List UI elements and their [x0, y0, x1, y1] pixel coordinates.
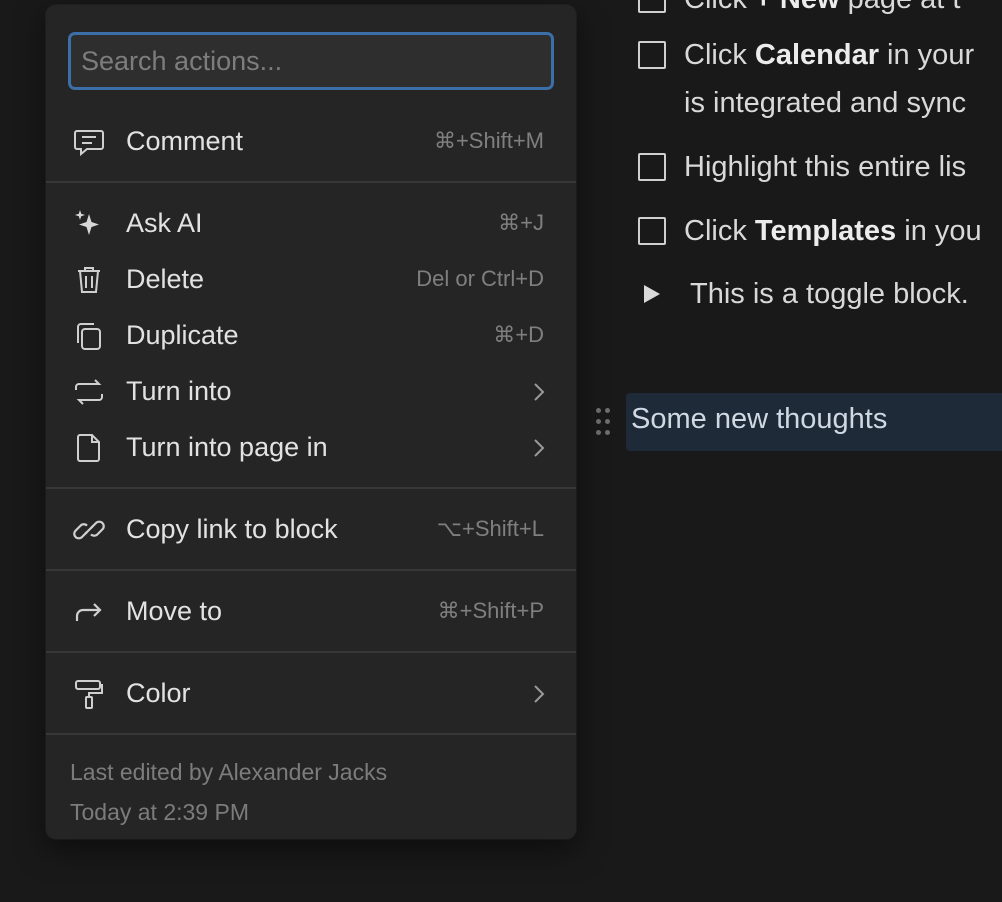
search-wrapper	[68, 32, 554, 90]
menu-item-color[interactable]: Color	[46, 665, 576, 721]
menu-item-turn-into-page[interactable]: Turn into page in	[46, 419, 576, 475]
menu-item-label: Delete	[126, 263, 205, 294]
todo-item[interactable]: Click Calendar in your is integrated and…	[638, 31, 974, 127]
divider	[46, 651, 576, 653]
chevron-right-icon	[534, 439, 545, 457]
divider	[46, 487, 576, 489]
divider	[46, 733, 576, 735]
shortcut-label: ⌘+D	[493, 322, 544, 347]
shortcut-label: ⌘+Shift+M	[433, 128, 544, 153]
menu-item-copy-link[interactable]: Copy link to block ⌥+Shift+L	[46, 501, 576, 557]
shortcut-label: Del or Ctrl+D	[416, 266, 544, 291]
move-arrow-icon	[75, 603, 102, 621]
menu-item-delete[interactable]: Delete Del or Ctrl+D	[46, 251, 576, 307]
block-actions-menu: Comment ⌘+Shift+M Ask AI ⌘+J Delete Del …	[46, 5, 576, 839]
page-icon	[77, 434, 100, 462]
menu-item-label: Turn into page in	[126, 431, 328, 462]
drag-handle-icon[interactable]	[594, 406, 614, 438]
comment-icon	[74, 130, 104, 157]
last-edited-info: Last edited by Alexander Jacks Today at …	[70, 752, 387, 832]
chevron-right-icon	[534, 685, 545, 703]
menu-item-label: Comment	[126, 125, 244, 156]
todo-item[interactable]: Highlight this entire lis	[638, 143, 966, 191]
divider	[46, 569, 576, 571]
trash-icon	[78, 267, 100, 293]
toggle-triangle-icon[interactable]	[644, 285, 660, 303]
selected-block[interactable]: Some new thoughts	[626, 393, 1002, 451]
menu-item-move-to[interactable]: Move to ⌘+Shift+P	[46, 583, 576, 639]
menu-item-label: Move to	[126, 595, 223, 626]
shortcut-label: ⌘+Shift+P	[437, 598, 544, 623]
toggle-text[interactable]: This is a toggle block.	[690, 270, 969, 318]
menu-item-duplicate[interactable]: Duplicate ⌘+D	[46, 307, 576, 363]
chevron-right-icon	[534, 383, 545, 401]
todo-item[interactable]: Click Templates in you	[638, 207, 982, 255]
todo-text[interactable]: Click Templates in you	[684, 207, 982, 255]
todo-item[interactable]: Click + New page at t	[638, 0, 960, 23]
todo-checkbox[interactable]	[638, 153, 666, 181]
menu-item-label: Copy link to block	[126, 513, 338, 544]
turn-into-icon	[75, 379, 103, 405]
todo-checkbox[interactable]	[638, 41, 666, 69]
sparkle-icon	[75, 210, 99, 235]
menu-item-ask-ai[interactable]: Ask AI ⌘+J	[46, 195, 576, 251]
search-actions-input[interactable]	[68, 32, 554, 90]
todo-checkbox[interactable]	[638, 0, 666, 13]
menu-item-label: Color	[126, 677, 191, 708]
toggle-block[interactable]: This is a toggle block.	[640, 270, 969, 318]
shortcut-label: ⌘+J	[498, 210, 544, 235]
menu-item-comment[interactable]: Comment ⌘+Shift+M	[46, 113, 576, 169]
todo-text[interactable]: Click + New page at t	[684, 0, 960, 23]
last-edited-by: Last edited by Alexander Jacks	[70, 759, 388, 785]
divider	[46, 181, 576, 183]
last-edited-time: Today at 2:39 PM	[70, 799, 249, 825]
selected-block-text[interactable]: Some new thoughts	[631, 403, 887, 436]
duplicate-icon	[77, 323, 101, 350]
menu-item-label: Ask AI	[126, 207, 203, 238]
menu-item-label: Duplicate	[126, 319, 239, 350]
menu-item-turn-into[interactable]: Turn into	[46, 363, 576, 419]
todo-checkbox[interactable]	[638, 217, 666, 245]
shortcut-label: ⌥+Shift+L	[436, 516, 544, 541]
todo-text[interactable]: Click Calendar in your is integrated and…	[684, 31, 974, 127]
todo-text[interactable]: Highlight this entire lis	[684, 143, 966, 191]
paint-roller-icon	[75, 680, 103, 709]
link-icon	[73, 520, 105, 540]
menu-item-label: Turn into	[126, 375, 232, 406]
